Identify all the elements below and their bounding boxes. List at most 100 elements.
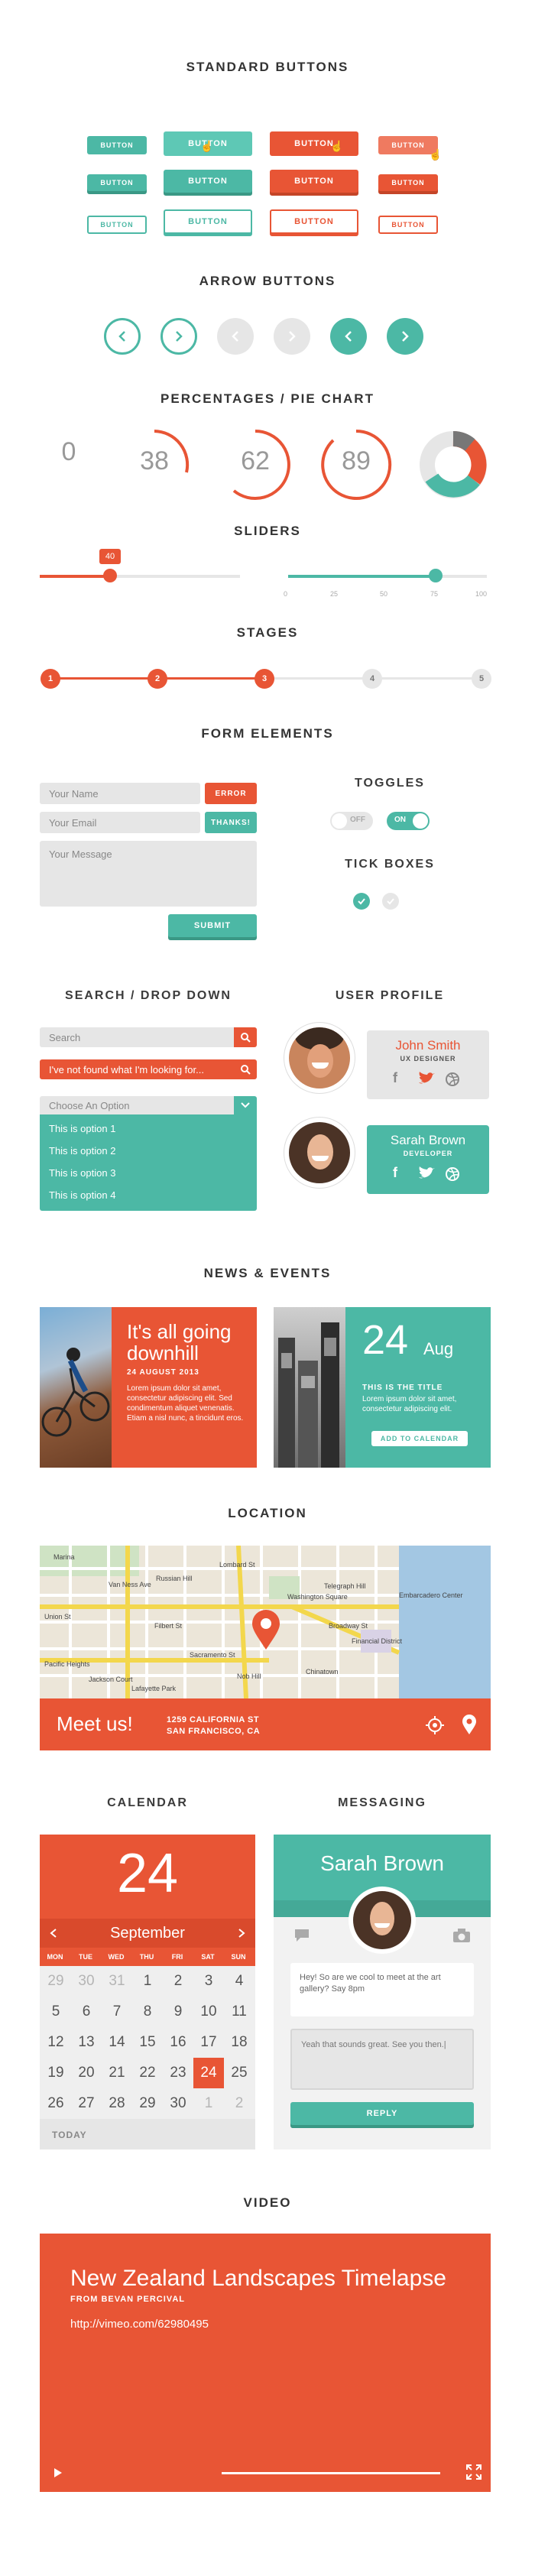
calendar-day[interactable]: 29 <box>132 2088 163 2119</box>
calendar-day[interactable]: 19 <box>41 2058 71 2088</box>
dribbble-icon[interactable] <box>445 1072 460 1087</box>
calendar-day[interactable]: 28 <box>102 2088 132 2119</box>
search-input[interactable]: Search <box>40 1027 234 1047</box>
arrow-right-outline-button[interactable] <box>160 318 197 355</box>
slider-handle[interactable] <box>103 569 117 582</box>
calendar-day[interactable]: 29 <box>41 1966 71 1997</box>
chevron-right-icon[interactable] <box>237 1928 246 1938</box>
calendar-day[interactable]: 18 <box>224 2027 255 2058</box>
search-input-filled[interactable]: I've not found what I'm looking for... <box>40 1059 234 1079</box>
button-small-teal-raised[interactable]: BUTTON <box>87 174 147 191</box>
dropdown-option[interactable]: This is option 1 <box>40 1118 257 1140</box>
calendar-day[interactable]: 17 <box>193 2027 224 2058</box>
calendar-day[interactable]: 2 <box>163 1966 193 1997</box>
dropdown-toggle[interactable] <box>234 1096 257 1114</box>
twitter-icon[interactable] <box>417 1072 436 1087</box>
toggle-off[interactable]: OFF <box>330 812 373 830</box>
calendar-day[interactable]: 1 <box>132 1966 163 1997</box>
calendar-day[interactable]: 22 <box>132 2058 163 2088</box>
stage-2[interactable]: 2 <box>148 669 167 689</box>
email-field[interactable]: Your Email <box>40 812 200 833</box>
arrow-left-filled-button[interactable] <box>330 318 367 355</box>
button-large-teal-outline[interactable]: BUTTON <box>164 209 252 234</box>
calendar-day-selected[interactable]: 24 <box>193 2058 224 2088</box>
button-small-teal-outline[interactable]: BUTTON <box>87 216 147 234</box>
map-pin-icon[interactable] <box>251 1610 281 1651</box>
button-small-red-outline[interactable]: BUTTON <box>378 216 438 234</box>
calendar-day[interactable]: 21 <box>102 2058 132 2088</box>
calendar-day[interactable]: 11 <box>224 1997 255 2027</box>
today-button[interactable]: TODAY <box>52 2130 87 2140</box>
calendar-day[interactable]: 6 <box>71 1997 102 2027</box>
event-card[interactable]: 24 Aug THIS IS THE TITLE Lorem ipsum dol… <box>274 1307 491 1468</box>
play-icon[interactable] <box>54 2467 63 2478</box>
reply-button[interactable]: REPLY <box>290 2102 474 2125</box>
calendar-day[interactable]: 10 <box>193 1997 224 2027</box>
calendar-day[interactable]: 26 <box>41 2088 71 2119</box>
button-small-red-raised[interactable]: BUTTON <box>378 174 438 191</box>
tick-box-checked[interactable] <box>353 893 370 910</box>
crosshair-icon[interactable] <box>425 1715 445 1735</box>
calendar-day[interactable]: 15 <box>132 2027 163 2058</box>
calendar-day[interactable]: 4 <box>224 1966 255 1997</box>
dropdown-select[interactable]: Choose An Option <box>40 1096 234 1114</box>
button-large-red-raised[interactable]: BUTTON <box>270 170 358 193</box>
dropdown-option[interactable]: This is option 4 <box>40 1184 257 1206</box>
dropdown-option[interactable]: This is option 3 <box>40 1162 257 1184</box>
calendar-day[interactable]: 30 <box>163 2088 193 2119</box>
fullscreen-icon[interactable] <box>466 2464 481 2480</box>
video-player[interactable]: New Zealand Landscapes Timelapse FROM BE… <box>40 2234 491 2492</box>
arrow-right-disabled-button[interactable] <box>274 318 310 355</box>
search-button[interactable] <box>234 1059 257 1079</box>
facebook-icon[interactable]: f <box>393 1070 397 1086</box>
button-large-red-outline[interactable]: BUTTON <box>270 209 358 234</box>
arrow-right-filled-button[interactable] <box>387 318 423 355</box>
calendar-day[interactable]: 13 <box>71 2027 102 2058</box>
arrow-left-disabled-button[interactable] <box>217 318 254 355</box>
video-progress-bar[interactable] <box>222 2472 440 2474</box>
camera-icon[interactable] <box>452 1928 471 1943</box>
calendar-day[interactable]: 2 <box>224 2088 255 2119</box>
toggle-on[interactable]: ON <box>387 812 430 830</box>
calendar-day[interactable]: 9 <box>163 1997 193 2027</box>
name-field[interactable]: Your Name <box>40 783 200 804</box>
twitter-icon[interactable] <box>417 1166 436 1182</box>
button-large-red-hover[interactable]: BUTTON <box>270 131 358 156</box>
calendar-day[interactable]: 5 <box>41 1997 71 2027</box>
calendar-day[interactable]: 14 <box>102 2027 132 2058</box>
calendar-day[interactable]: 8 <box>132 1997 163 2027</box>
button-small-teal[interactable]: BUTTON <box>87 136 147 154</box>
dropdown-option[interactable]: This is option 2 <box>40 1140 257 1162</box>
stage-4[interactable]: 4 <box>362 669 382 689</box>
news-card[interactable]: It's all going downhill 24 AUGUST 2013 Lo… <box>40 1307 257 1468</box>
chat-icon[interactable] <box>293 1928 310 1943</box>
button-large-teal-raised[interactable]: BUTTON <box>164 170 252 193</box>
arrow-left-outline-button[interactable] <box>104 318 141 355</box>
stage-5[interactable]: 5 <box>472 669 491 689</box>
calendar-day[interactable]: 23 <box>163 2058 193 2088</box>
message-field[interactable]: Your Message <box>40 841 257 907</box>
video-url[interactable]: http://vimeo.com/62980495 <box>70 2318 209 2331</box>
dribbble-icon[interactable] <box>445 1166 460 1182</box>
range-slider-handle[interactable] <box>429 569 443 582</box>
search-button[interactable] <box>234 1027 257 1047</box>
calendar-day[interactable]: 3 <box>193 1966 224 1997</box>
calendar-day[interactable]: 30 <box>71 1966 102 1997</box>
calendar-day[interactable]: 31 <box>102 1966 132 1997</box>
calendar-day[interactable]: 27 <box>71 2088 102 2119</box>
add-to-calendar-button[interactable]: ADD TO CALENDAR <box>371 1431 468 1446</box>
facebook-icon[interactable]: f <box>393 1165 397 1181</box>
calendar-day[interactable]: 16 <box>163 2027 193 2058</box>
map[interactable]: Marina Russian Hill Lombard St Washingto… <box>40 1546 491 1698</box>
calendar-day[interactable]: 7 <box>102 1997 132 2027</box>
calendar-day[interactable]: 12 <box>41 2027 71 2058</box>
submit-button[interactable]: SUBMIT <box>168 914 257 937</box>
calendar-day[interactable]: 25 <box>224 2058 255 2088</box>
location-pin-icon[interactable] <box>462 1714 477 1735</box>
stage-1[interactable]: 1 <box>41 669 60 689</box>
tick-box-unchecked[interactable] <box>382 893 399 910</box>
calendar-day[interactable]: 20 <box>71 2058 102 2088</box>
calendar-day[interactable]: 1 <box>193 2088 224 2119</box>
stage-3[interactable]: 3 <box>255 669 274 689</box>
reply-textarea[interactable]: Yeah that sounds great. See you then.| <box>290 2029 474 2090</box>
